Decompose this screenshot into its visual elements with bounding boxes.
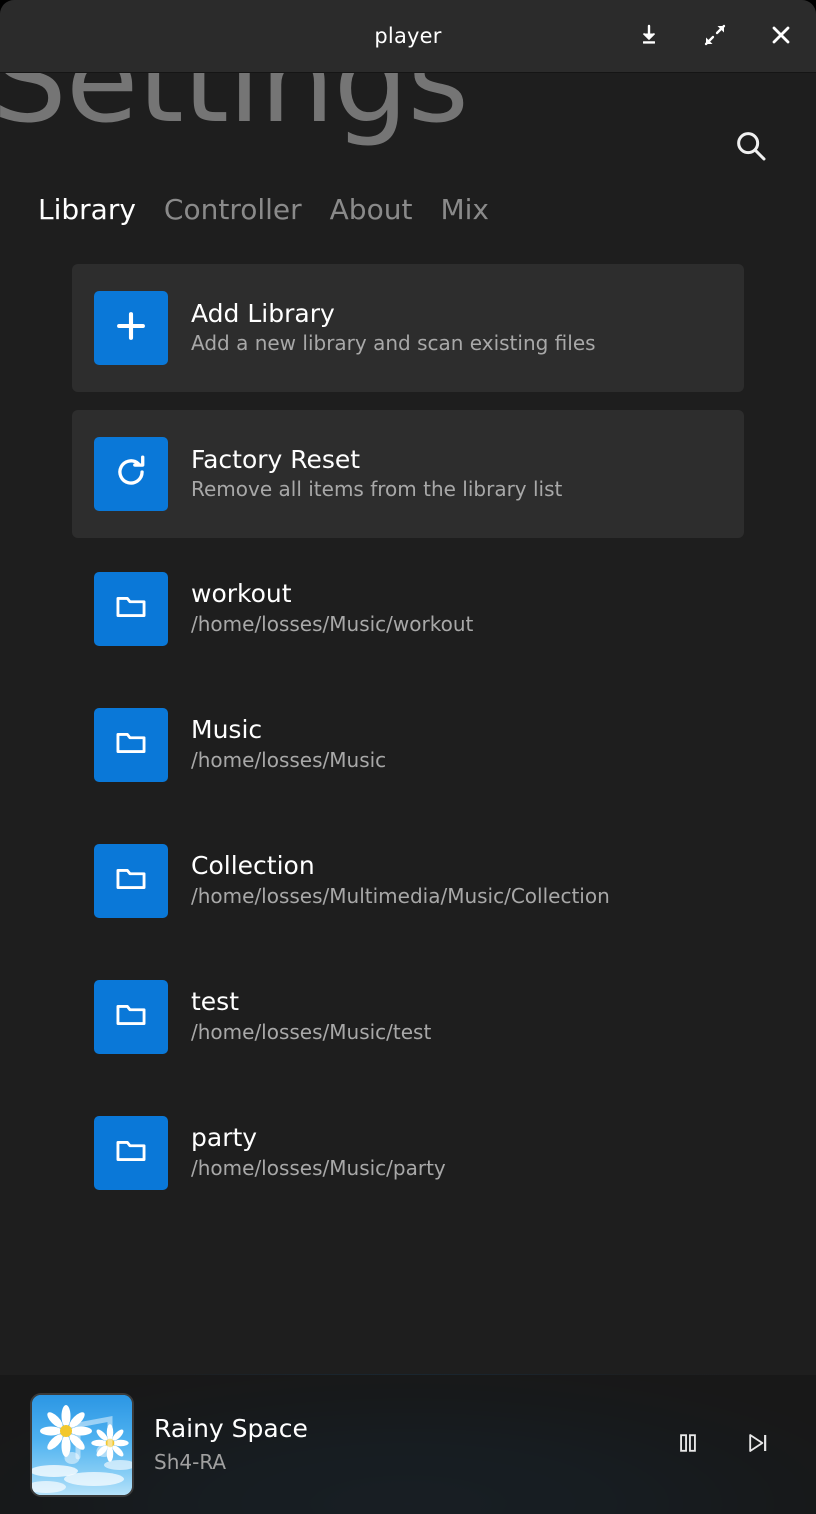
avatar[interactable] (32, 1394, 132, 1495)
refresh-icon (112, 453, 150, 495)
tab-library[interactable]: Library (38, 193, 136, 226)
list-item-text: party /home/losses/Music/party (191, 1123, 446, 1182)
list-item[interactable]: test /home/losses/Music/test (0, 968, 816, 1065)
player-bar: Rainy Space Sh4-RA (0, 1375, 816, 1514)
list-item-text: workout /home/losses/Music/workout (191, 579, 473, 638)
track-artist: Sh4-RA (154, 1450, 227, 1474)
list-item-text: Collection /home/losses/Multimedia/Music… (191, 851, 610, 910)
library-name: Collection (191, 851, 315, 881)
close-button[interactable] (758, 14, 804, 60)
search-icon (732, 127, 770, 169)
maximize-button[interactable] (692, 14, 738, 60)
folder-icon-tile (94, 1115, 168, 1190)
list-item[interactable]: party /home/losses/Music/party (0, 1104, 816, 1201)
add-library-subtitle: Add a new library and scan existing file… (191, 331, 596, 356)
daisies-sky-album-art (32, 1394, 132, 1495)
folder-icon (113, 997, 149, 1037)
add-library-card[interactable]: Add Library Add a new library and scan e… (72, 264, 744, 392)
tab-bar: Library Controller About Mix (38, 193, 489, 226)
factory-reset-subtitle: Remove all items from the library list (191, 477, 563, 502)
add-library-title: Add Library (191, 298, 335, 328)
tab-about[interactable]: About (330, 193, 413, 226)
settings-library-panel: Add Library Add a new library and scan e… (0, 238, 816, 1440)
next-track-button[interactable] (740, 1427, 776, 1463)
folder-icon-tile (94, 707, 168, 782)
folder-icon-tile (94, 571, 168, 646)
library-name: test (191, 987, 240, 1017)
page-title: Settings (0, 73, 469, 149)
add-library-text: Add Library Add a new library and scan e… (191, 299, 596, 358)
pause-button[interactable] (670, 1427, 706, 1463)
library-path: /home/losses/Music/party (191, 1155, 446, 1180)
factory-reset-title: Factory Reset (191, 444, 361, 474)
plus-icon (112, 307, 150, 349)
page-header: Settings Library Controller About Mix (0, 73, 816, 238)
factory-reset-text: Factory Reset Remove all items from the … (191, 445, 562, 504)
pause-icon (675, 1430, 701, 1460)
window-controls (626, 0, 804, 73)
library-path: /home/losses/Multimedia/Music/Collection (191, 883, 610, 908)
library-path: /home/losses/Music (191, 747, 387, 772)
library-name: party (191, 1123, 258, 1153)
list-item[interactable]: workout /home/losses/Music/workout (0, 560, 816, 657)
title-bar: player (0, 0, 816, 73)
folder-icon (113, 589, 149, 629)
player-controls (670, 1427, 776, 1463)
library-list: workout /home/losses/Music/workout Music… (0, 560, 816, 1201)
next-track-icon (745, 1430, 771, 1460)
list-item[interactable]: Music /home/losses/Music (0, 696, 816, 793)
tab-mix[interactable]: Mix (440, 193, 489, 226)
factory-reset-card[interactable]: Factory Reset Remove all items from the … (72, 410, 744, 538)
library-path: /home/losses/Music/test (191, 1019, 432, 1044)
minimize-to-tray-button[interactable] (626, 14, 672, 60)
library-name: workout (191, 579, 292, 609)
library-name: Music (191, 715, 263, 745)
download-arrow-icon (637, 23, 661, 51)
search-button[interactable] (728, 125, 774, 171)
list-item-text: Music /home/losses/Music (191, 715, 386, 774)
factory-reset-icon-tile (94, 437, 168, 511)
expand-diagonal-icon (703, 23, 727, 51)
track-title: Rainy Space (154, 1414, 308, 1443)
folder-icon (113, 725, 149, 765)
list-item[interactable]: Collection /home/losses/Multimedia/Music… (0, 832, 816, 929)
now-playing-info: Rainy Space Sh4-RA (154, 1414, 670, 1475)
library-path: /home/losses/Music/workout (191, 611, 474, 636)
app-window: player Settings Library Controller About… (0, 0, 816, 1514)
folder-icon-tile (94, 843, 168, 918)
tab-controller[interactable]: Controller (164, 193, 302, 226)
window-title: player (374, 24, 442, 48)
close-icon (769, 23, 793, 51)
folder-icon-tile (94, 979, 168, 1054)
folder-icon (113, 1133, 149, 1173)
list-item-text: test /home/losses/Music/test (191, 987, 431, 1046)
folder-icon (113, 861, 149, 901)
add-library-icon-tile (94, 291, 168, 365)
